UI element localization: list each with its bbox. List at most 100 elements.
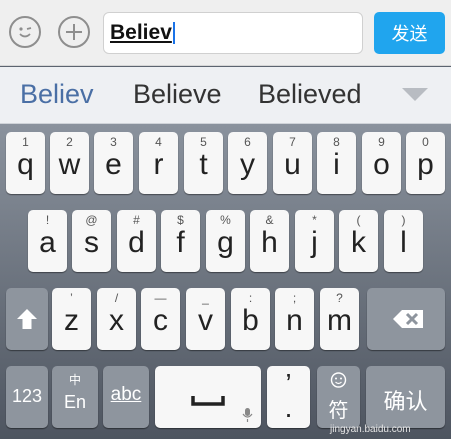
expand-suggestions-icon[interactable]	[402, 88, 428, 101]
watermark: jingyan.baidu.com	[330, 424, 411, 435]
key-k[interactable]: (k	[339, 210, 378, 272]
key-j[interactable]: * j	[295, 210, 334, 272]
key-label: s	[84, 226, 99, 259]
key-a[interactable]: ! a	[28, 210, 67, 272]
key-label: 123	[11, 386, 43, 406]
key-label: i	[333, 148, 340, 181]
key-label: w	[58, 148, 81, 181]
key-label: j	[311, 226, 318, 259]
key-sub-label: &	[265, 213, 274, 227]
key-label: .	[284, 392, 293, 423]
text-caret	[172, 22, 175, 45]
suggestion-item[interactable]: Believe	[133, 79, 222, 110]
abc-mode-key[interactable]: abc	[103, 366, 149, 428]
key-d[interactable]: # d	[117, 210, 156, 272]
key-label: 确认	[383, 389, 428, 414]
suggestion-item[interactable]: Believed	[258, 79, 362, 110]
key-label: r	[153, 148, 164, 181]
suggestion-item[interactable]: Believ	[20, 79, 94, 110]
key-label: u	[284, 148, 301, 181]
key-sub-label: $	[177, 213, 184, 227]
key-u[interactable]: 7u	[273, 132, 312, 194]
symbols-key[interactable]: 符	[317, 366, 360, 428]
key-sub-label: )	[401, 213, 406, 227]
key-label: c	[153, 304, 168, 337]
key-sub-label: 2	[66, 135, 73, 149]
shift-arrow-icon	[17, 309, 37, 329]
language-switch-key[interactable]: 中 En	[52, 366, 98, 428]
key-h[interactable]: & h	[250, 210, 289, 272]
key-sub-label: 8	[333, 135, 340, 149]
key-sub-label: 5	[200, 135, 207, 149]
key-t[interactable]: 5t	[184, 132, 223, 194]
key-e[interactable]: 3e	[94, 132, 133, 194]
emoji-icon[interactable]	[9, 16, 41, 48]
key-label: abc	[110, 384, 142, 405]
key-l[interactable]: ) l	[384, 210, 423, 272]
key-b[interactable]: :b	[231, 288, 270, 350]
key-f[interactable]: $ f	[161, 210, 200, 272]
key-w[interactable]: 2w	[50, 132, 89, 194]
key-sub-label: _	[202, 291, 209, 305]
key-label: n	[286, 304, 303, 337]
key-z[interactable]: ’ z	[52, 288, 91, 350]
key-label: z	[64, 304, 79, 337]
key-sub-label: 中	[68, 373, 81, 387]
key-sub-label: 4	[155, 135, 162, 149]
send-button[interactable]: 发送	[374, 12, 445, 54]
key-label: o	[373, 148, 390, 181]
key-label: 符	[328, 400, 349, 422]
key-label: q	[17, 148, 34, 181]
key-sub-label: 9	[378, 135, 385, 149]
key-sub-label: !	[45, 213, 50, 227]
key-label: k	[351, 226, 366, 259]
key-label: a	[39, 226, 56, 259]
key-sub-label: /	[114, 291, 119, 305]
key-label: l	[400, 226, 407, 259]
key-y[interactable]: 6y	[228, 132, 267, 194]
key-c[interactable]: — c	[141, 288, 180, 350]
key-sub-label: —	[154, 291, 167, 305]
space-key[interactable]	[155, 366, 261, 428]
key-label: m	[327, 304, 352, 337]
key-s[interactable]: @ s	[72, 210, 111, 272]
key-sub-label: 3	[110, 135, 117, 149]
keyboard: 1q 2w 3e 4r 5t 6y 7u 8i 9o 0p ! a @ s # d $…	[0, 124, 451, 439]
key-label: e	[105, 148, 122, 181]
key-label: v	[198, 304, 213, 337]
punctuation-key[interactable]: ’ .	[267, 366, 310, 428]
key-sub-label: #	[133, 213, 140, 227]
key-sub-label: ?	[336, 291, 343, 305]
key-sub-label: %	[220, 213, 231, 227]
shift-key[interactable]	[6, 288, 48, 350]
key-label: b	[242, 304, 259, 337]
backspace-icon	[393, 310, 423, 328]
key-label: d	[128, 226, 145, 259]
backspace-key[interactable]	[367, 288, 445, 350]
key-sub-label: 6	[244, 135, 251, 149]
composing-text: Believ	[110, 21, 172, 44]
message-input[interactable]: Believ	[103, 12, 363, 54]
key-sub-label: ’	[70, 291, 73, 305]
key-x[interactable]: / x	[97, 288, 136, 350]
key-sub-label: :	[248, 291, 253, 305]
add-icon[interactable]	[58, 16, 90, 48]
key-label: g	[217, 226, 234, 259]
key-i[interactable]: 8i	[317, 132, 356, 194]
key-sub-label: @	[85, 213, 98, 227]
key-m[interactable]: ? m	[320, 288, 359, 350]
numbers-key[interactable]: 123	[6, 366, 48, 428]
key-label: f	[176, 226, 185, 259]
key-o[interactable]: 9o	[362, 132, 401, 194]
key-v[interactable]: _ v	[186, 288, 225, 350]
key-q[interactable]: 1q	[6, 132, 45, 194]
input-bar: Believ 发送	[0, 0, 451, 66]
key-label: t	[199, 148, 208, 181]
key-p[interactable]: 0p	[406, 132, 445, 194]
key-r[interactable]: 4r	[139, 132, 178, 194]
key-g[interactable]: % g	[206, 210, 245, 272]
key-sub-label: ;	[292, 291, 297, 305]
confirm-key[interactable]: 确认	[366, 366, 445, 428]
key-sub-label: *	[312, 213, 317, 227]
key-n[interactable]: ; n	[275, 288, 314, 350]
